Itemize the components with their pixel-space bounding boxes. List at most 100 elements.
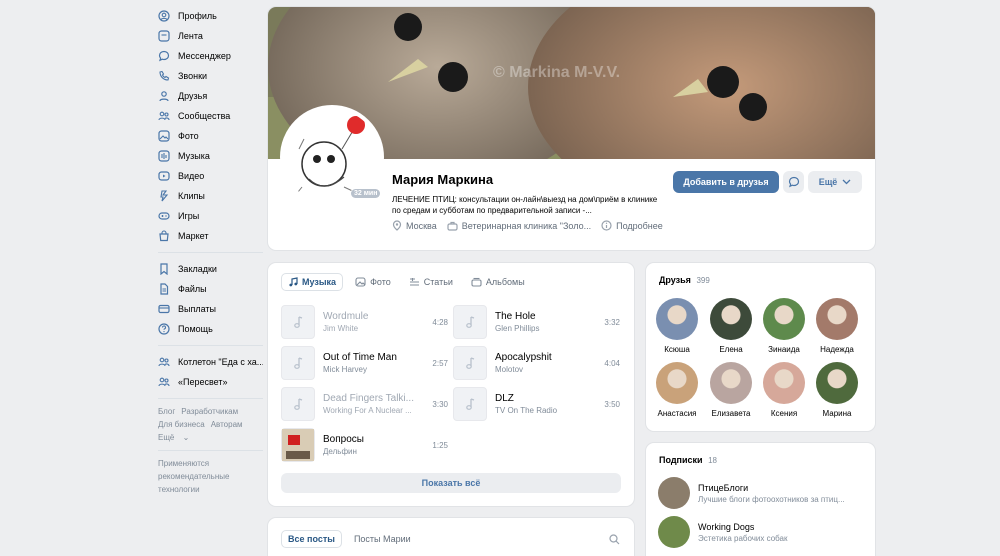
- friends-count: 399: [696, 276, 710, 285]
- help-icon: [158, 323, 170, 335]
- profile-status: ЛЕЧЕНИЕ ПТИЦ: консультации он-лайн\выезд…: [392, 195, 658, 215]
- sidebar-item-messenger[interactable]: Мессенджер: [158, 46, 263, 66]
- sidebar-item-label: Лента: [178, 31, 203, 41]
- sidebar-item-communities[interactable]: Сообщества: [158, 106, 263, 126]
- tab-photo[interactable]: Фото: [349, 273, 397, 291]
- sidebar-item-label: Клипы: [178, 191, 205, 201]
- sidebar-item-profile[interactable]: Профиль: [158, 6, 263, 26]
- track-duration: 3:30: [432, 399, 448, 409]
- chevron-down-icon: [842, 179, 851, 185]
- music-track[interactable]: Out of Time Man Mick Harvey 2:57: [281, 346, 448, 380]
- sidebar-item-group-2[interactable]: «Пересвет»: [158, 372, 263, 392]
- friend-item[interactable]: Елена: [706, 298, 756, 354]
- friends-header[interactable]: Друзья 399: [659, 275, 710, 285]
- track-artist: Дельфин: [323, 447, 357, 456]
- sidebar-item-help[interactable]: Помощь: [158, 319, 263, 339]
- sidebar-item-clips[interactable]: Клипы: [158, 186, 263, 206]
- avatar: [816, 362, 858, 404]
- footer-link-more[interactable]: Ещё ⌄: [158, 433, 189, 442]
- message-button[interactable]: [783, 171, 804, 193]
- sidebar-item-friends[interactable]: Друзья: [158, 86, 263, 106]
- friend-name: Ксюша: [664, 345, 690, 354]
- avatar: [656, 362, 698, 404]
- friend-item[interactable]: Зинаида: [759, 298, 809, 354]
- more-button-label: Ещё: [818, 177, 838, 187]
- sidebar-item-label: Выплаты: [178, 304, 216, 314]
- avatar: [710, 298, 752, 340]
- show-all-button[interactable]: Показать всё: [281, 473, 621, 493]
- music-note-icon: [466, 398, 475, 410]
- friend-item[interactable]: Ксения: [759, 362, 809, 418]
- music-track[interactable]: Dead Fingers Talki... Working For A Nucle…: [281, 387, 448, 421]
- sidebar-item-photo[interactable]: Фото: [158, 126, 263, 146]
- city-label: Москва: [406, 220, 437, 231]
- footer-link-developers[interactable]: Разработчикам: [181, 407, 238, 416]
- sidebar-item-files[interactable]: Файлы: [158, 279, 263, 299]
- tab-articles[interactable]: Статьи: [403, 273, 459, 291]
- market-icon: [158, 230, 170, 242]
- track-duration: 2:57: [432, 358, 448, 368]
- friend-item[interactable]: Марина: [812, 362, 862, 418]
- footer-link-blog[interactable]: Блог: [158, 407, 175, 416]
- friend-item[interactable]: Елизавета: [706, 362, 756, 418]
- search-icon[interactable]: [609, 534, 620, 545]
- music-track[interactable]: Wordmule Jim White 4:28: [281, 305, 448, 339]
- info-icon: [601, 220, 612, 231]
- profile-details-link[interactable]: Подробнее: [601, 220, 663, 231]
- add-friend-button[interactable]: Добавить в друзья: [673, 171, 779, 193]
- details-label: Подробнее: [616, 220, 663, 231]
- friend-item[interactable]: Ксюша: [652, 298, 702, 354]
- friend-item[interactable]: Надежда: [812, 298, 862, 354]
- footer-link-authors[interactable]: Авторам: [211, 420, 243, 429]
- sidebar-item-label: Фото: [178, 131, 199, 141]
- cover-watermark: © Markina M-V.V.: [493, 64, 620, 81]
- track-title: Wordmule: [323, 311, 369, 322]
- subscriptions-header[interactable]: Подписки 18: [659, 455, 717, 465]
- music-note-icon: [289, 277, 298, 287]
- tab-music-label: Музыка: [302, 277, 337, 287]
- recommend-note: Применяются рекомендательные технологии: [158, 459, 230, 494]
- tab-all-posts[interactable]: Все посты: [281, 530, 342, 548]
- sidebar-item-bookmarks[interactable]: Закладки: [158, 259, 263, 279]
- tab-albums-label: Альбомы: [485, 277, 525, 287]
- tab-music[interactable]: Музыка: [281, 273, 344, 291]
- sidebar-item-news[interactable]: Лента: [158, 26, 263, 46]
- subscriptions-count: 18: [708, 456, 717, 465]
- music-note-icon: [466, 316, 475, 328]
- sidebar-item-music[interactable]: Музыка: [158, 146, 263, 166]
- sidebar-footer-links: Блог Разработчикам Для бизнеса Авторам Ещё…: [158, 405, 263, 444]
- sidebar-item-payments[interactable]: Выплаты: [158, 299, 263, 319]
- music-track[interactable]: Apocalypshit Molotov 4:04: [453, 346, 620, 380]
- music-track[interactable]: Вопросы Дельфин 1:25: [281, 428, 448, 462]
- subscription-info: ПтицеБлоги Лучшие блоги фотоохотников за …: [698, 483, 845, 504]
- profile-work[interactable]: Ветеринарная клиника "Золо...: [447, 220, 591, 231]
- music-track[interactable]: DLZ TV On The Radio 3:50: [453, 387, 620, 421]
- sidebar-item-label: Игры: [178, 211, 200, 221]
- tab-maria-posts[interactable]: Посты Марии: [348, 530, 417, 548]
- friend-name: Анастасия: [657, 409, 697, 418]
- media-tabs: Музыка Фото Статьи Альбомы: [281, 273, 537, 291]
- sidebar-item-label: Закладки: [178, 264, 217, 274]
- subscription-item[interactable]: ПтицеБлоги Лучшие блоги фотоохотников за …: [658, 477, 845, 509]
- sidebar-item-games[interactable]: Игры: [158, 206, 263, 226]
- subscription-desc: Лучшие блоги фотоохотников за птиц...: [698, 494, 845, 504]
- more-button[interactable]: Ещё: [808, 171, 862, 193]
- sidebar-divider: [158, 398, 263, 399]
- friend-name: Елена: [719, 345, 743, 354]
- music-track[interactable]: The Hole Glen Phillips 3:32: [453, 305, 620, 339]
- calls-icon: [158, 70, 170, 82]
- tab-photo-label: Фото: [370, 277, 391, 287]
- sidebar-item-calls[interactable]: Звонки: [158, 66, 263, 86]
- sidebar-item-group-1[interactable]: Котлетон "Еда с ха...: [158, 352, 263, 372]
- friend-item[interactable]: Анастасия: [652, 362, 702, 418]
- sidebar-item-market[interactable]: Маркет: [158, 226, 263, 246]
- footer-more-label: Ещё: [158, 433, 175, 442]
- profile-name: Мария Маркина: [392, 172, 494, 187]
- subscription-item[interactable]: Working Dogs Эстетика рабочих собак: [658, 516, 788, 548]
- track-title: Apocalypshit: [495, 352, 552, 363]
- tab-albums[interactable]: Альбомы: [465, 273, 531, 291]
- track-cover: [453, 387, 487, 421]
- footer-link-business[interactable]: Для бизнеса: [158, 420, 205, 429]
- media-card: [268, 263, 634, 506]
- sidebar-item-video[interactable]: Видео: [158, 166, 263, 186]
